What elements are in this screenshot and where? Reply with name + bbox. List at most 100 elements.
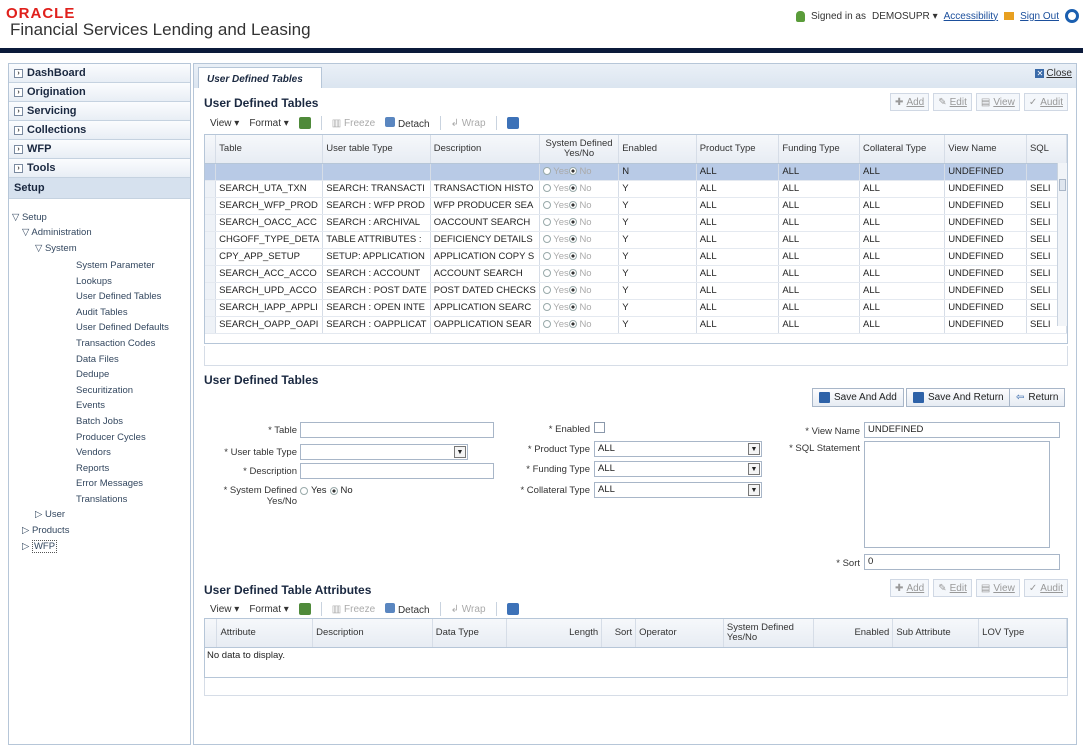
attr-audit-button[interactable]: ✓ Audit <box>1023 579 1068 597</box>
sidebar-item-setup[interactable]: Setup <box>9 178 190 199</box>
yes-radio[interactable] <box>542 184 551 193</box>
tree-node-wfp[interactable]: ▷ WFP <box>22 540 58 553</box>
yes-radio[interactable] <box>542 218 551 227</box>
row-header[interactable] <box>205 248 217 266</box>
table-row[interactable]: CPY_APP_SETUP SETUP: APPLICATION APPLICATI… <box>205 248 1067 266</box>
tree-node-setup[interactable]: ▽ Setup <box>12 212 47 223</box>
sidebar-item-tools[interactable]: › Tools <box>9 159 190 178</box>
tree-node-user[interactable]: ▷ User <box>35 509 65 520</box>
sidebar-tree-item[interactable]: Reports <box>76 463 109 474</box>
table-row[interactable]: SEARCH_WFP_PROD SEARCH : WFP PROD WFP PROD… <box>205 197 1067 215</box>
column-header[interactable]: Product Type <box>696 135 780 164</box>
sidebar-tree-item[interactable]: Batch Jobs <box>76 416 123 427</box>
wrap-button[interactable]: ↲ Wrap <box>451 604 486 615</box>
collateral-type-select[interactable]: ALL ▼ <box>594 482 762 498</box>
table-input[interactable] <box>300 422 494 438</box>
yes-radio[interactable] <box>542 167 551 176</box>
sidebar-tree-item[interactable]: Events <box>76 400 105 411</box>
no-radio[interactable] <box>568 201 577 210</box>
sidebar-tree-item[interactable]: Error Messages <box>76 478 143 489</box>
audit-button[interactable]: ✓ Audit <box>1023 93 1068 111</box>
sidebar-tree-item[interactable]: Vendors <box>76 447 111 458</box>
column-header[interactable]: Sort <box>601 619 637 648</box>
sidebar-tree-item[interactable]: Data Files <box>76 354 119 365</box>
sidebar-tree-item[interactable]: Dedupe <box>76 369 109 380</box>
column-header[interactable]: Description <box>312 619 433 648</box>
format-menu[interactable]: Format ▾ <box>249 118 288 129</box>
enabled-checkbox[interactable] <box>594 422 605 433</box>
accessibility-link[interactable]: Accessibility <box>944 11 998 22</box>
column-header[interactable]: Length <box>506 619 603 648</box>
vertical-scrollbar[interactable] <box>1057 163 1067 326</box>
sidebar-item-dashboard[interactable]: › DashBoard <box>9 64 190 83</box>
no-radio[interactable] <box>568 286 577 295</box>
tab-user-defined-tables[interactable]: User Defined Tables <box>198 67 322 88</box>
sidebar-item-wfp[interactable]: › WFP <box>9 140 190 159</box>
yes-radio[interactable] <box>300 486 308 495</box>
view-menu[interactable]: View ▾ <box>210 118 239 129</box>
column-header[interactable]: Data Type <box>432 619 507 648</box>
yes-radio[interactable] <box>542 235 551 244</box>
sidebar-item-origination[interactable]: › Origination <box>9 83 190 102</box>
no-radio[interactable] <box>329 486 338 495</box>
attr-add-button[interactable]: ✚ Add <box>890 579 930 597</box>
row-header[interactable] <box>205 299 217 317</box>
detach-button[interactable]: Detach <box>385 116 430 130</box>
table-row[interactable]: SEARCH_IAPP_APPLI SEARCH : OPEN INTE APPLI… <box>205 299 1067 317</box>
view-menu[interactable]: View ▾ <box>210 604 239 615</box>
format-menu[interactable]: Format ▾ <box>249 604 288 615</box>
tree-node-administration[interactable]: ▽ Administration <box>22 227 92 238</box>
export-icon[interactable] <box>298 117 311 129</box>
yes-radio[interactable] <box>542 252 551 261</box>
column-header[interactable]: System Defined Yes/No <box>539 135 620 164</box>
no-radio[interactable] <box>568 184 577 193</box>
user-table-type-select[interactable]: ▼ <box>300 444 468 460</box>
sidebar-tree-item[interactable]: User Defined Defaults <box>76 322 169 333</box>
edit-button[interactable]: ✎ Edit <box>933 93 972 111</box>
export-icon[interactable] <box>298 603 311 615</box>
table-row[interactable]: CHGOFF_TYPE_DETA TABLE ATTRIBUTES : DEFICI… <box>205 231 1067 249</box>
no-radio[interactable] <box>568 252 577 261</box>
column-header[interactable]: User table Type <box>322 135 431 164</box>
sidebar-tree-item[interactable]: Transaction Codes <box>76 338 155 349</box>
row-header[interactable] <box>205 180 217 198</box>
no-radio[interactable] <box>568 303 577 312</box>
column-header[interactable]: View Name <box>944 135 1027 164</box>
funding-type-select[interactable]: ALL ▼ <box>594 461 762 477</box>
freeze-button[interactable]: ▥ Freeze <box>332 118 375 129</box>
save-and-add-button[interactable]: Save And Add <box>812 388 904 407</box>
row-header[interactable] <box>205 197 217 215</box>
yes-radio[interactable] <box>542 269 551 278</box>
sql-statement-textarea[interactable] <box>864 441 1050 548</box>
product-type-select[interactable]: ALL ▼ <box>594 441 762 457</box>
column-header[interactable]: Enabled <box>618 135 697 164</box>
sort-input[interactable]: 0 <box>864 554 1060 570</box>
sidebar-tree-item[interactable]: Translations <box>76 494 127 505</box>
table-row[interactable]: Yes No N ALL ALL ALL UNDEFINED <box>205 163 1067 181</box>
sidebar-tree-item[interactable]: Audit Tables <box>76 307 128 318</box>
sidebar-tree-item[interactable]: Lookups <box>76 276 112 287</box>
table-row[interactable]: SEARCH_UPD_ACCO SEARCH : POST DATE POST DA… <box>205 282 1067 300</box>
row-header[interactable] <box>205 265 217 283</box>
detach-button[interactable]: Detach <box>385 602 430 616</box>
column-header[interactable]: Enabled <box>813 619 894 648</box>
yes-radio[interactable] <box>542 201 551 210</box>
table-row[interactable]: SEARCH_OAPP_OAPI SEARCH : OAPPLICAT OAPPLI… <box>205 316 1067 334</box>
sidebar-item-collections[interactable]: › Collections <box>9 121 190 140</box>
view-name-input[interactable]: UNDEFINED <box>864 422 1060 438</box>
save-and-return-button[interactable]: Save And Return <box>906 388 1011 407</box>
tree-node-system[interactable]: ▽ System <box>35 243 77 254</box>
sidebar-tree-item[interactable]: User Defined Tables <box>76 291 161 302</box>
attr-edit-button[interactable]: ✎ Edit <box>933 579 972 597</box>
no-radio[interactable] <box>568 218 577 227</box>
no-radio[interactable] <box>568 235 577 244</box>
no-radio[interactable] <box>568 320 577 329</box>
sidebar-item-servicing[interactable]: › Servicing <box>9 102 190 121</box>
user-menu[interactable]: DEMOSUPR ▾ <box>872 11 938 22</box>
column-header[interactable]: Table <box>215 135 324 164</box>
column-header[interactable]: Attribute <box>216 619 314 648</box>
description-input[interactable] <box>300 463 494 479</box>
column-header[interactable]: Operator <box>635 619 724 648</box>
refresh-icon[interactable] <box>506 603 519 615</box>
sidebar-tree-item[interactable]: Securitization <box>76 385 133 396</box>
